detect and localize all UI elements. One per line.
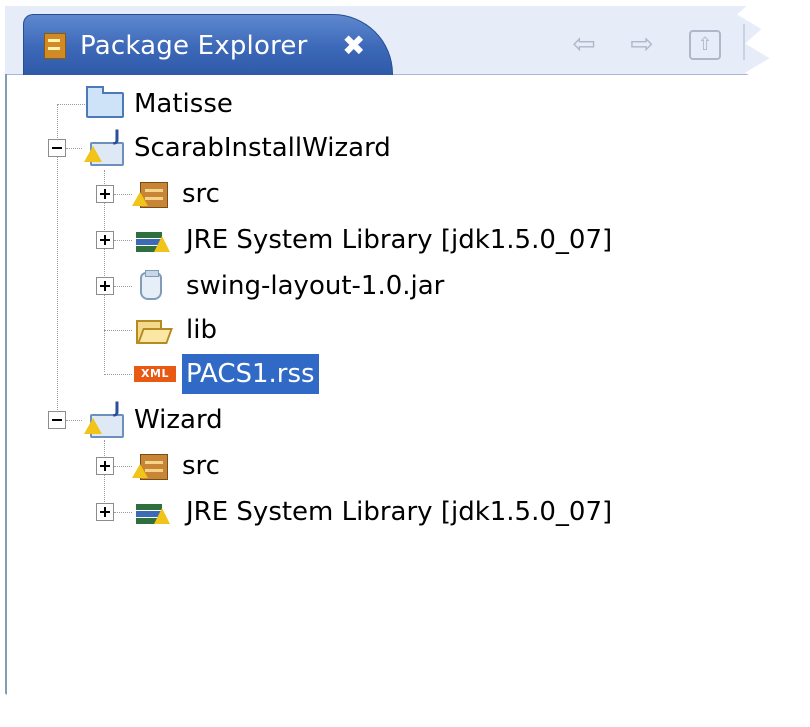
tree-item-label: swing-layout-1.0.jar — [186, 271, 445, 301]
package-explorer-tab[interactable]: Package Explorer ✖ — [23, 14, 393, 75]
collapse-toggle-icon[interactable] — [48, 139, 66, 157]
tree-connector — [114, 194, 132, 195]
tree-connector — [114, 466, 132, 467]
tree-connector — [66, 420, 82, 421]
tree-item-label: PACS1.rss — [182, 354, 319, 394]
tree-connector — [57, 104, 85, 105]
tree-connector — [114, 512, 132, 513]
tree-item-jre-library[interactable]: JRE System Library [jdk1.5.0_07] — [134, 492, 616, 532]
tree-item-label: Matisse — [134, 89, 233, 119]
package-explorer-icon — [44, 33, 66, 59]
tree-connector — [114, 240, 132, 241]
tree-connector — [104, 330, 132, 331]
package-icon — [132, 178, 170, 208]
tree-connector — [104, 440, 105, 512]
expand-toggle-icon[interactable] — [96, 277, 114, 295]
tree-connector — [66, 148, 82, 149]
tree-item-lib[interactable]: lib — [134, 310, 221, 350]
tree-item-src[interactable]: src — [132, 174, 224, 214]
tree-item-swing-layout-jar[interactable]: swing-layout-1.0.jar — [134, 266, 448, 306]
expand-toggle-icon[interactable] — [96, 185, 114, 203]
open-folder-icon — [134, 314, 173, 344]
tree-item-wizard[interactable]: J Wizard — [84, 398, 227, 440]
view-left-border — [5, 74, 7, 706]
package-icon — [132, 450, 170, 480]
tree-item-pacs1-rss[interactable]: XML PACS1.rss — [134, 354, 319, 394]
jar-icon — [140, 270, 162, 300]
view-title: Package Explorer — [80, 31, 308, 61]
view-title-bar: Package Explorer ✖ ⇦ ⇨ ⇧ — [5, 6, 786, 75]
library-icon — [134, 224, 170, 254]
expand-toggle-icon[interactable] — [96, 231, 114, 249]
tree-item-label: JRE System Library [jdk1.5.0_07] — [186, 225, 613, 255]
tree-item-matisse[interactable]: Matisse — [86, 84, 237, 124]
tree-connector — [104, 374, 132, 375]
tree-item-label: lib — [186, 315, 217, 345]
collapse-up-icon[interactable]: ⇧ — [689, 30, 721, 60]
folder-icon — [86, 86, 124, 118]
tree-item-src[interactable]: src — [132, 446, 224, 486]
tree-item-label: Wizard — [134, 405, 223, 435]
tree-item-scarabinstallwizard[interactable]: J ScarabInstallWizard — [84, 126, 395, 168]
xml-file-icon: XML — [134, 366, 176, 382]
close-icon[interactable]: ✖ — [342, 29, 365, 62]
collapse-toggle-icon[interactable] — [48, 411, 66, 429]
tree-connector — [114, 286, 132, 287]
tree-item-label: ScarabInstallWizard — [134, 133, 391, 163]
toolbar-separator — [743, 24, 745, 60]
tree-item-label: JRE System Library [jdk1.5.0_07] — [186, 497, 613, 527]
library-icon — [134, 496, 170, 526]
expand-toggle-icon[interactable] — [96, 503, 114, 521]
tree-item-label: src — [182, 179, 220, 209]
expand-toggle-icon[interactable] — [96, 457, 114, 475]
tree-item-label: src — [182, 451, 220, 481]
tree-item-jre-library[interactable]: JRE System Library [jdk1.5.0_07] — [134, 220, 616, 260]
package-explorer-view: Package Explorer ✖ ⇦ ⇨ ⇧ Matisse J Scara… — [0, 0, 786, 706]
java-project-icon: J — [84, 126, 124, 166]
java-project-icon: J — [84, 398, 124, 438]
back-arrow-icon[interactable]: ⇦ — [567, 30, 601, 58]
forward-arrow-icon[interactable]: ⇨ — [625, 30, 659, 58]
